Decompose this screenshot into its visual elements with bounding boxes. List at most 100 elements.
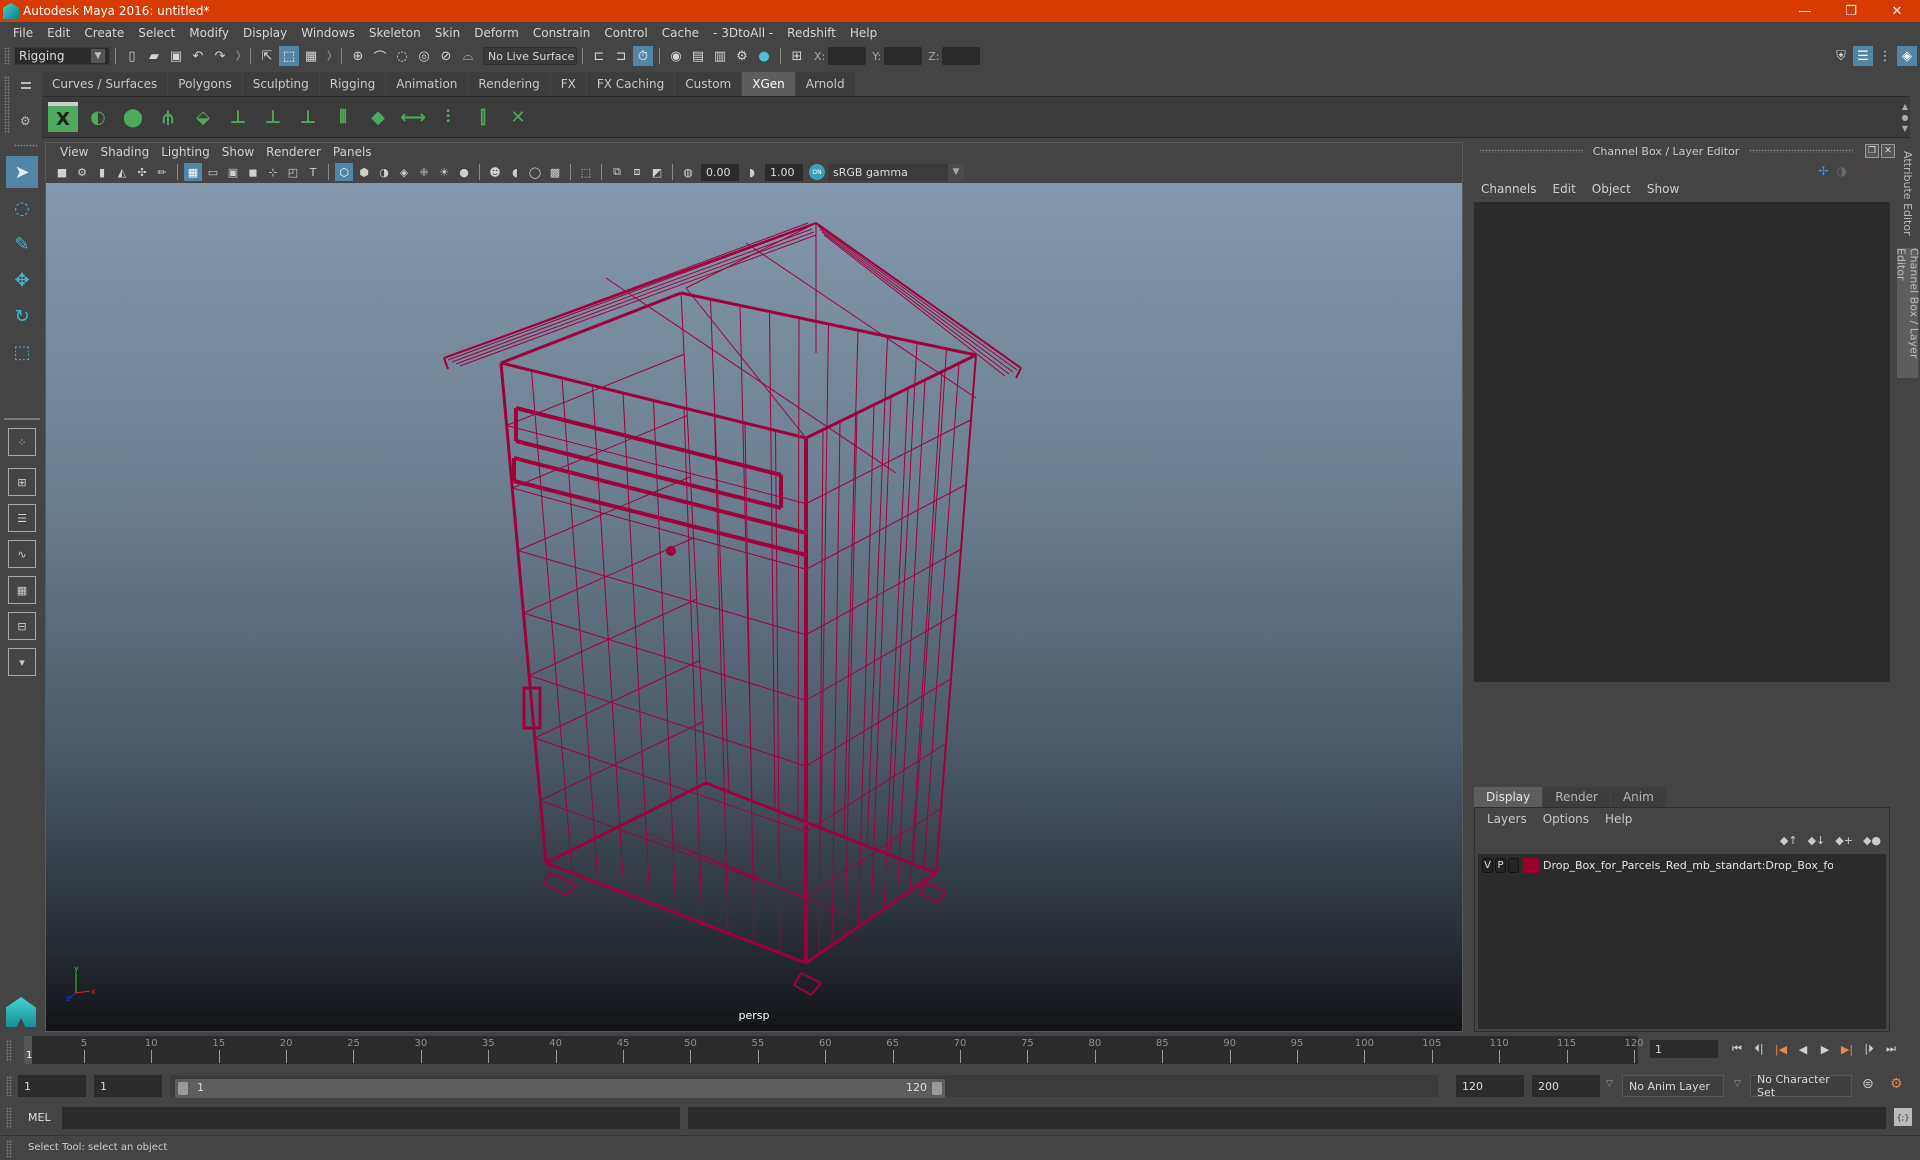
exposure-icon[interactable]: ◍ xyxy=(679,163,697,181)
xgen-delete-guide-icon[interactable]: ✕ xyxy=(503,102,533,132)
menu-redshift[interactable]: Redshift xyxy=(780,26,843,40)
select-by-component-icon[interactable]: ▦ xyxy=(301,46,321,66)
hyperbolic-icon[interactable]: ↗ xyxy=(1855,164,1865,178)
step-forward-frame-icon[interactable]: |⏵ xyxy=(1860,1038,1878,1060)
range-end-handle[interactable] xyxy=(932,1082,942,1095)
collapse-arrow-icon[interactable]: ❭ xyxy=(234,49,242,63)
layer-tab-render[interactable]: Render xyxy=(1543,787,1610,807)
side-tab-channel-box[interactable]: Channel Box / Layer Editor xyxy=(1895,248,1920,378)
menu-set-selector[interactable]: Rigging ▼ xyxy=(14,47,110,65)
transform-mode-icon[interactable]: ⊞ xyxy=(787,46,807,66)
view-transform-select[interactable]: sRGB gamma ▼ xyxy=(828,163,964,181)
layer-tab-anim[interactable]: Anim xyxy=(1610,787,1666,807)
shadows-icon[interactable]: ● xyxy=(455,163,473,181)
layout-outliner-persp-icon[interactable]: ☰ xyxy=(8,504,36,532)
viewport-menu-view[interactable]: View xyxy=(54,145,94,159)
layer-display-type-toggle[interactable] xyxy=(1508,858,1519,873)
grid-toggle-icon[interactable]: ▦ xyxy=(184,163,202,181)
speed-toggle-icon[interactable]: ◑ xyxy=(1836,164,1846,178)
camera-attributes-icon[interactable]: ⚙ xyxy=(73,163,91,181)
menu-constrain[interactable]: Constrain xyxy=(526,26,598,40)
menu-skeleton[interactable]: Skeleton xyxy=(362,26,428,40)
shelf-tab-arnold[interactable]: Arnold xyxy=(795,72,855,96)
manipulator-axis-icon[interactable]: ✢ xyxy=(1818,164,1828,178)
command-line-grip[interactable] xyxy=(6,1107,12,1129)
make-live-icon[interactable]: ⊘ xyxy=(436,46,456,66)
live-surface-field[interactable]: No Live Surface xyxy=(483,47,577,65)
xgen-select-guide-icon[interactable]: ⫶ xyxy=(433,102,463,132)
new-scene-icon[interactable]: ▯ xyxy=(122,46,142,66)
wireframe-on-shaded-icon[interactable]: ◑ xyxy=(375,163,393,181)
xray-icon[interactable]: ◈ xyxy=(395,163,413,181)
color-management-toggle[interactable]: ON xyxy=(809,164,825,180)
time-slider-grip[interactable] xyxy=(6,1040,12,1062)
undo-icon[interactable]: ↶ xyxy=(188,46,208,66)
layer-color-swatch[interactable] xyxy=(1523,858,1539,873)
channel-box-menu-show[interactable]: Show xyxy=(1639,182,1687,196)
backface-culling-icon[interactable]: ◩ xyxy=(648,163,666,181)
step-back-frame-icon[interactable]: ⏴| xyxy=(1750,1038,1768,1060)
layout-four-pane-icon[interactable]: ⊞ xyxy=(8,468,36,496)
go-to-end-icon[interactable]: ⏭ xyxy=(1882,1038,1900,1060)
snap-to-surface-icon[interactable]: ⌓ xyxy=(458,46,478,66)
render-current-frame-icon[interactable]: ▤ xyxy=(688,46,708,66)
z-input[interactable] xyxy=(942,47,981,65)
shelf-tab-sculpting[interactable]: Sculpting xyxy=(242,72,319,96)
scale-tool-icon[interactable]: ⬚ xyxy=(6,336,38,368)
textured-icon[interactable]: ⁜ xyxy=(415,163,433,181)
float-panel-icon[interactable]: ❐ xyxy=(1865,144,1879,158)
xgen-editor-icon[interactable]: X xyxy=(48,102,78,132)
layer-tab-display[interactable]: Display xyxy=(1474,787,1543,807)
menu-3dtoall[interactable]: - 3DtoAll - xyxy=(706,26,780,40)
drop-box-wireframe-model[interactable] xyxy=(46,183,1462,1031)
restore-button[interactable]: ❐ xyxy=(1828,0,1874,22)
tool-settings-toggle-icon[interactable]: ⋮ xyxy=(1875,46,1895,66)
gamma-field[interactable]: 1.00 xyxy=(765,163,803,181)
3d-scene-view[interactable]: y x z persp xyxy=(46,183,1462,1031)
layout-persp-graph-icon[interactable]: ∿ xyxy=(8,540,36,568)
bookmark-icon[interactable]: ▮ xyxy=(93,163,111,181)
move-layer-up-icon[interactable]: ◆↑ xyxy=(1780,834,1798,847)
xgen-primitive-toggle-icon[interactable]: ⬤ xyxy=(118,102,148,132)
snap-to-view-plane-icon[interactable]: ◎ xyxy=(414,46,434,66)
rotate-tool-icon[interactable]: ↻ xyxy=(6,300,38,332)
ipr-render-icon[interactable]: ▥ xyxy=(710,46,730,66)
xray-active-components-icon[interactable]: ⧈ xyxy=(628,163,646,181)
x-input[interactable] xyxy=(828,47,867,65)
menu-cache[interactable]: Cache xyxy=(655,26,706,40)
modeling-toolkit-icon[interactable]: ⛨ xyxy=(1831,46,1851,66)
lasso-tool-icon[interactable]: ◌ xyxy=(6,192,38,224)
screen-space-ao-icon[interactable]: ☻ xyxy=(486,163,504,181)
layer-menu-options[interactable]: Options xyxy=(1535,812,1597,826)
select-tool-icon[interactable]: ➤ xyxy=(6,156,38,188)
channel-box-menu-channels[interactable]: Channels xyxy=(1473,182,1545,196)
step-forward-key-icon[interactable]: ▶| xyxy=(1838,1038,1856,1060)
viewport-menu-shading[interactable]: Shading xyxy=(94,145,155,159)
help-line-grip[interactable] xyxy=(6,1140,12,1158)
layer-menu-help[interactable]: Help xyxy=(1597,812,1640,826)
animation-preferences-icon[interactable]: ⚙ xyxy=(1890,1076,1903,1092)
field-chart-icon[interactable]: ⊹ xyxy=(264,163,282,181)
xgen-guide-length-icon[interactable]: ⟷ xyxy=(398,102,428,132)
layout-more-icon[interactable]: ▾ xyxy=(8,648,36,676)
motion-blur-icon[interactable]: ◖ xyxy=(506,163,524,181)
viewport-menu-lighting[interactable]: Lighting xyxy=(155,145,216,159)
use-all-lights-icon[interactable]: ☀ xyxy=(435,163,453,181)
layer-row[interactable]: V P Drop_Box_for_Parcels_Red_mb_standart… xyxy=(1482,857,1882,874)
isolate-select-icon[interactable]: ⬚ xyxy=(577,163,595,181)
menu-edit[interactable]: Edit xyxy=(40,26,77,40)
render-view-icon[interactable]: ◉ xyxy=(666,46,686,66)
time-slider-track[interactable]: 1 5 10 15 20 25 30 35 40 45 50 55 60 65 70 75 80 85 90 95 1… xyxy=(24,1036,1644,1064)
toolbar-grip[interactable] xyxy=(4,47,10,65)
minimize-button[interactable]: — xyxy=(1782,0,1828,22)
close-button[interactable]: ✕ xyxy=(1874,0,1920,22)
script-language-toggle[interactable]: MEL xyxy=(28,1111,51,1124)
move-tool-icon[interactable]: ✥ xyxy=(6,264,38,296)
range-slider-grip[interactable] xyxy=(6,1076,12,1096)
wireframe-shading-icon[interactable]: ⬡ xyxy=(335,163,353,181)
exposure-field[interactable]: 0.00 xyxy=(701,163,739,181)
menu-select[interactable]: Select xyxy=(131,26,182,40)
new-empty-layer-icon[interactable]: ◆+ xyxy=(1835,834,1853,847)
xray-joints-icon[interactable]: ⧉ xyxy=(608,163,626,181)
channel-box-toggle-icon[interactable]: ◈ xyxy=(1897,46,1917,66)
